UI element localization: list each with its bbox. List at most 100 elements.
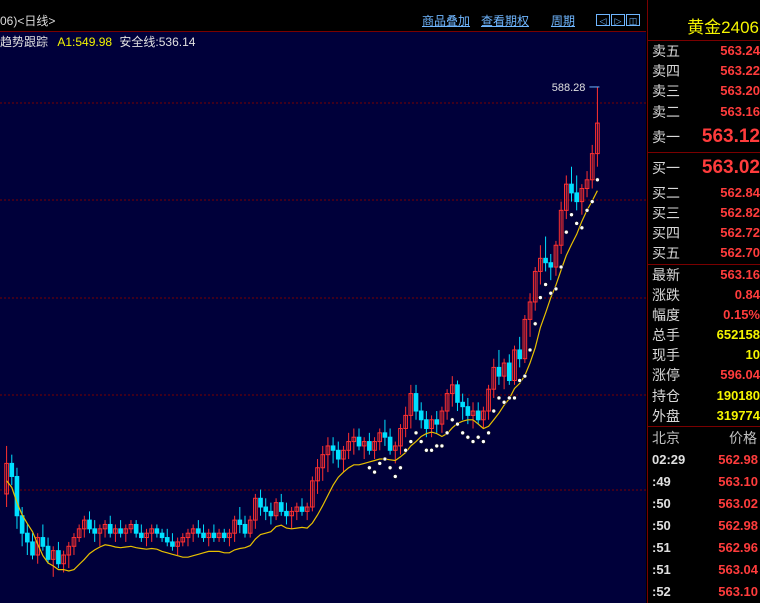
safe-line-dot <box>595 177 600 183</box>
bid-level-1[interactable]: 买一 563.02 <box>648 153 760 183</box>
safe-line-dot <box>408 439 414 444</box>
layout-toggle-icon[interactable]: ◫ <box>626 14 640 26</box>
safe-line-dot <box>398 465 403 470</box>
candle-body <box>170 541 175 547</box>
chart-nav-buttons: ◁ ▷ ◫ <box>596 14 640 26</box>
candle-body <box>543 257 548 264</box>
bid-level-2[interactable]: 买二 562.84 <box>648 183 760 203</box>
ask-level-1[interactable]: 卖一 563.12 <box>648 122 760 153</box>
scroll-left-icon[interactable]: ◁ <box>596 14 610 26</box>
tick-row: :52 563.10 <box>652 584 758 599</box>
instrument-name[interactable]: 黄金2406 <box>687 13 759 38</box>
safe-line-dot <box>418 439 424 444</box>
safe-line-dot <box>589 199 595 204</box>
safe-line-dot <box>377 461 382 466</box>
safe-line-dot <box>527 347 533 353</box>
candle-body <box>133 523 139 534</box>
quote-header: 黄金2406 <box>648 0 760 41</box>
safe-line-dot <box>491 408 497 414</box>
candle-body <box>9 462 15 477</box>
stat-last: 最新 563.16 <box>652 266 760 283</box>
overlay-link[interactable]: 商品叠加 <box>422 12 470 29</box>
candle-body <box>242 523 248 534</box>
safe-line-dot <box>434 443 439 449</box>
tick-row: 02:29 562.98 <box>652 452 758 467</box>
scroll-right-icon[interactable]: ▷ <box>611 14 625 26</box>
candlestick-chart[interactable]: 588.28 <box>0 0 646 603</box>
candle-body <box>574 192 579 203</box>
safe-line-dot <box>424 448 429 453</box>
candle-body <box>14 475 20 517</box>
candle-body <box>382 432 388 438</box>
options-link[interactable]: 查看期权 <box>481 12 529 29</box>
safe-line-dot <box>367 465 372 470</box>
candle-body <box>221 532 227 539</box>
candle-body <box>367 441 372 451</box>
candle-body <box>45 545 51 560</box>
tick-time-header: 北京 <box>652 430 680 446</box>
stat-change: 涨跌 0.84 <box>652 286 760 303</box>
ask-level-4[interactable]: 卖四 563.22 <box>648 61 760 81</box>
tick-row: :50 562.98 <box>652 518 758 533</box>
ask-level-3[interactable]: 卖三 563.20 <box>648 81 760 101</box>
safe-line-dot <box>429 448 434 453</box>
candle-body <box>278 502 284 512</box>
candle-body <box>118 528 123 534</box>
candle-body <box>237 519 243 525</box>
candle-body <box>258 497 263 508</box>
safe-line-dot <box>413 430 419 436</box>
indicator-name: 趋势跟踪 <box>0 35 49 49</box>
candle-body <box>299 506 305 512</box>
candle-body <box>19 515 25 534</box>
candle-body <box>107 523 113 534</box>
safe-line-dot <box>387 465 393 470</box>
candle-body <box>418 410 424 421</box>
candle-body <box>40 537 46 547</box>
quote-stats: 最新 563.16 涨跌 0.84 幅度 0.15% 总手 652158 现手 10 涨停… <box>648 265 760 427</box>
candle-body <box>159 532 165 539</box>
safe-line-dot <box>496 395 502 401</box>
safe-line-dot <box>403 448 408 453</box>
bid-level-4[interactable]: 买四 562.72 <box>648 223 760 243</box>
peak-label: 588.28 <box>552 82 586 94</box>
safe-line-dot <box>538 295 543 300</box>
candle-body <box>196 528 201 534</box>
safe-line-dot <box>455 421 460 427</box>
chart-title-bar: 06)<日线> 商品叠加 查看期权 周期 ◁ ▷ ◫ <box>0 0 646 32</box>
safe-line-dot <box>450 417 455 423</box>
candle-body <box>387 436 393 451</box>
candle-body <box>284 510 289 517</box>
safe-line-dot <box>584 208 590 213</box>
bid-level-5[interactable]: 买五 562.70 <box>648 243 760 265</box>
candle-body <box>164 537 170 543</box>
candle-body <box>268 510 274 517</box>
tick-row: :51 563.04 <box>652 562 758 577</box>
tick-list[interactable]: 02:29 562.98 :49 563.10 :50 563.02 :50 562.9… <box>648 449 760 603</box>
candle-body <box>475 410 481 421</box>
candle-body <box>335 449 341 460</box>
candle-body <box>30 541 35 556</box>
stat-volume: 总手 652158 <box>652 327 760 344</box>
safe-line-dot <box>569 212 574 217</box>
safe-line-dot <box>393 474 398 479</box>
safe-line-dot <box>512 395 517 401</box>
ask-level-5[interactable]: 卖五 563.24 <box>648 41 760 61</box>
bid-levels: 买一 563.02 买二 562.84 买三 562.82 买四 562.72 买五 56… <box>648 153 760 265</box>
candle-body <box>356 436 362 447</box>
candle-body <box>465 406 471 416</box>
safe-line-dot <box>372 469 377 475</box>
indicator-a1: A1:549.98 <box>57 35 113 49</box>
safe-line-dot <box>486 430 491 436</box>
candle-body <box>455 384 460 403</box>
safe-line-dot <box>579 225 585 231</box>
safe-line-dot <box>475 434 481 440</box>
candle-body <box>139 532 144 539</box>
tick-price-header: 价格 <box>729 430 757 446</box>
candle-body <box>413 393 419 412</box>
ask-level-2[interactable]: 卖二 563.16 <box>648 102 760 122</box>
candle-body <box>330 445 336 451</box>
kline-chart-area[interactable]: 588.28 06)<日线> 商品叠加 查看期权 周期 ◁ ▷ ◫ 趋势跟踪 A… <box>0 0 646 603</box>
period-link[interactable]: 周期 <box>551 12 575 29</box>
bid-level-3[interactable]: 买三 562.82 <box>648 203 760 223</box>
candle-body <box>92 528 98 534</box>
